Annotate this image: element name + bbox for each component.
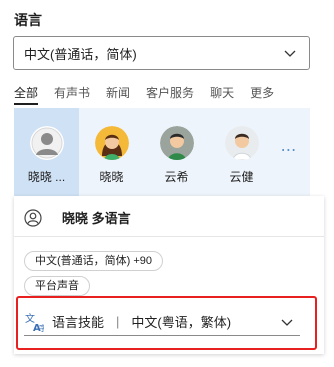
voice-list: 晓晓 ... 晓晓 云希 云健 ⋯ [14, 108, 310, 196]
voice-name: 云健 [229, 170, 254, 184]
voice-item-xiaoxiao[interactable]: 晓晓 [79, 108, 144, 196]
female-avatar-icon [94, 126, 129, 160]
svg-text:字: 字 [39, 323, 44, 332]
tab-all[interactable]: 全部 [14, 85, 39, 105]
generic-avatar-icon [29, 126, 64, 160]
tab-more[interactable]: 更多 [250, 85, 274, 105]
tab-customer-service[interactable]: 客户服务 [146, 85, 194, 105]
voice-item-yunjian[interactable]: 云健 [209, 108, 274, 196]
voice-name: 云希 [164, 170, 189, 184]
language-skill-label: 语言技能 [52, 315, 105, 330]
translate-icon: 文 A 字 [25, 312, 44, 332]
language-select-value: 中文(普通话，简体) [24, 46, 137, 62]
chevron-down-icon [284, 50, 296, 57]
voice-item-yunxi[interactable]: 云希 [144, 108, 209, 196]
language-skill-value: 中文(粤语，繁体) [131, 315, 232, 330]
language-select[interactable]: 中文(普通话，简体) [13, 36, 310, 70]
category-tabs: 全部 有声书 新闻 客户服务 聊天 更多 [14, 85, 290, 105]
separator: | [116, 314, 120, 329]
language-chip: 中文(普通话，简体) +90 [24, 251, 164, 271]
voice-item-xiaoxiao-multi[interactable]: 晓晓 ... [14, 108, 79, 196]
person-icon [24, 208, 42, 227]
chevron-down-icon [281, 319, 293, 326]
male-avatar-icon [159, 126, 194, 160]
divider [14, 236, 324, 237]
language-skill-select[interactable]: 文 A 字 语言技能 | 中文(粤语，繁体) [24, 308, 300, 336]
voice-name: 晓晓 [99, 170, 124, 184]
tab-audiobooks[interactable]: 有声书 [54, 85, 90, 105]
tab-news[interactable]: 新闻 [106, 85, 130, 105]
voice-name: 晓晓 ... [27, 170, 66, 184]
platform-voice-chip: 平台声音 [24, 276, 90, 296]
male-avatar-2-icon [224, 126, 259, 160]
more-horizontal-icon[interactable]: ⋯ [274, 108, 304, 196]
tab-chat[interactable]: 聊天 [210, 85, 234, 105]
section-label: 语言 [14, 12, 42, 28]
voice-card-title: 晓晓 多语言 [62, 211, 131, 226]
